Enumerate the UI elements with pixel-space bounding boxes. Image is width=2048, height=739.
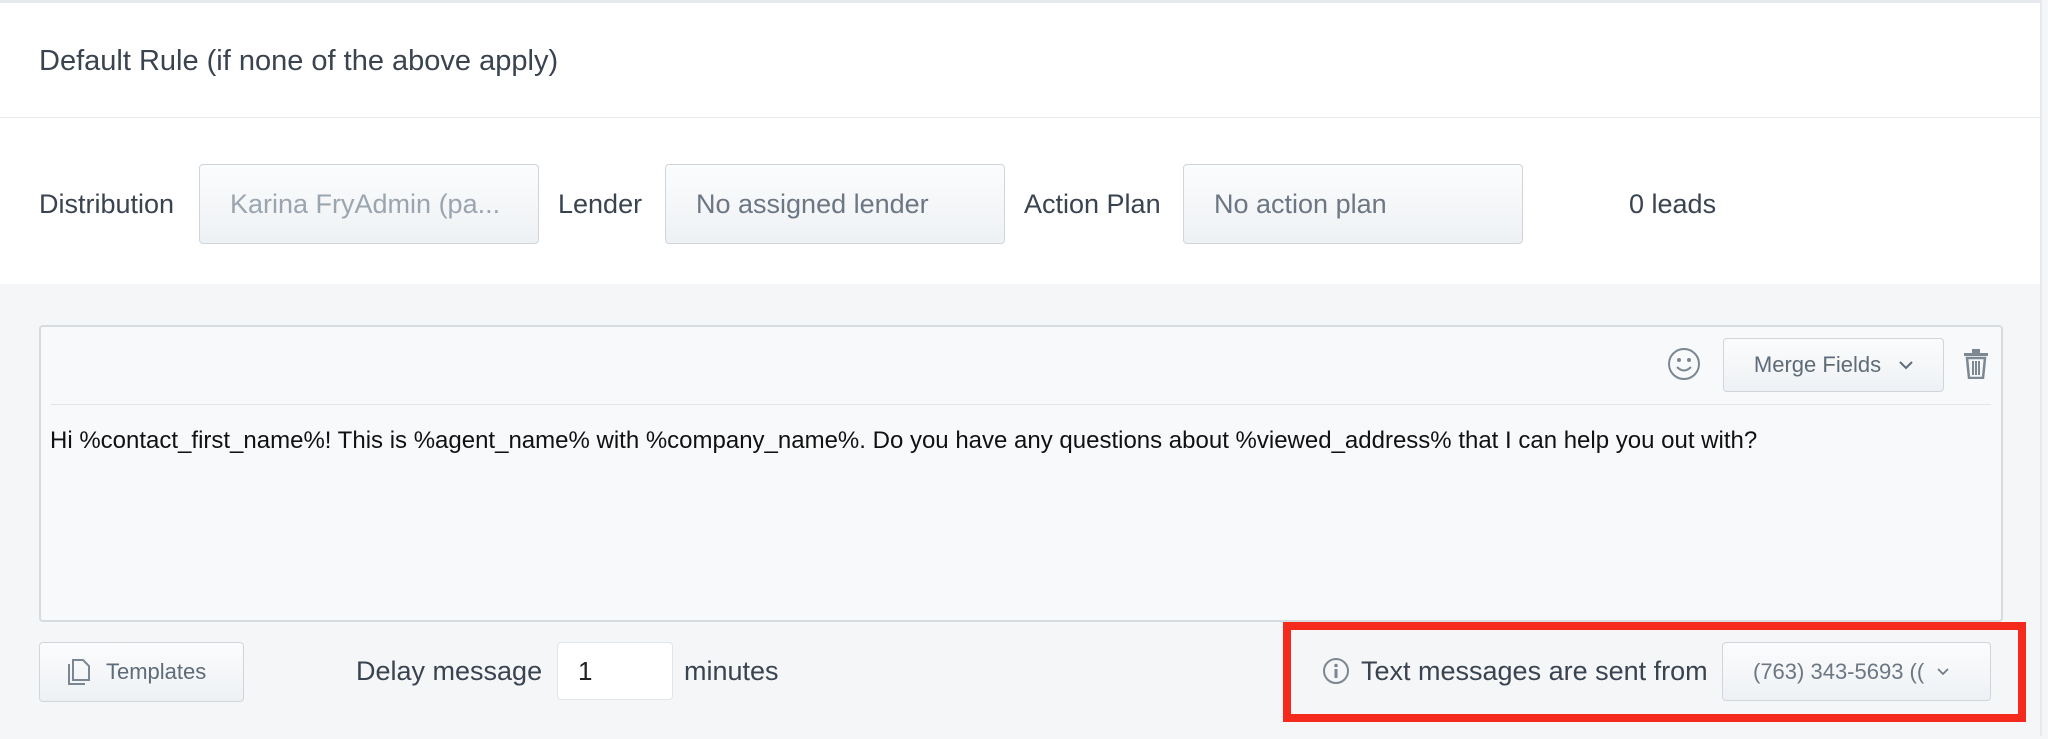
delay-minutes-input[interactable] [557,642,673,700]
chevron-down-icon [1899,360,1913,369]
default-rule-card: Default Rule (if none of the above apply… [0,0,2042,739]
distribution-label: Distribution [39,189,175,219]
trash-icon[interactable] [1963,349,1989,379]
sent-from-label: Text messages are sent from [1361,656,1708,686]
leads-count: 0 leads [1629,189,1717,219]
merge-fields-label: Merge Fields [1753,352,1882,377]
lender-dropdown[interactable]: No assigned lender [665,164,1005,244]
sent-from-phone-value: (763) 343-5693 (( [1753,658,1925,684]
rule-settings-row: Distribution Karina FryAdmin (pa... Lend… [0,119,2040,284]
action-plan-dropdown[interactable]: No action plan [1183,164,1523,244]
chevron-down-icon [1937,667,1949,675]
emoji-icon[interactable] [1667,347,1701,381]
message-text[interactable]: Hi %contact_first_name%! This is %agent_… [50,427,1757,455]
merge-fields-button[interactable]: Merge Fields [1723,338,1944,392]
editor-toolbar: Merge Fields [51,327,1991,405]
templates-button[interactable]: Templates [39,642,244,702]
info-icon [1323,658,1349,684]
message-editor[interactable]: Merge Fields Hi %contact_first_name%! Th… [39,325,2003,622]
action-plan-label: Action Plan [1024,189,1161,219]
minutes-label: minutes [684,656,779,686]
lender-label: Lender [558,189,643,219]
rule-header: Default Rule (if none of the above apply… [0,3,2040,118]
delay-message-label: Delay message [356,656,543,686]
distribution-dropdown[interactable]: Karina FryAdmin (pa... [199,164,539,244]
rule-title: Default Rule (if none of the above apply… [39,45,559,77]
message-section: Merge Fields Hi %contact_first_name%! Th… [0,284,2040,739]
sent-from-phone-dropdown[interactable]: (763) 343-5693 (( [1722,642,1991,701]
templates-label: Templates [106,659,207,684]
document-icon [68,659,90,685]
